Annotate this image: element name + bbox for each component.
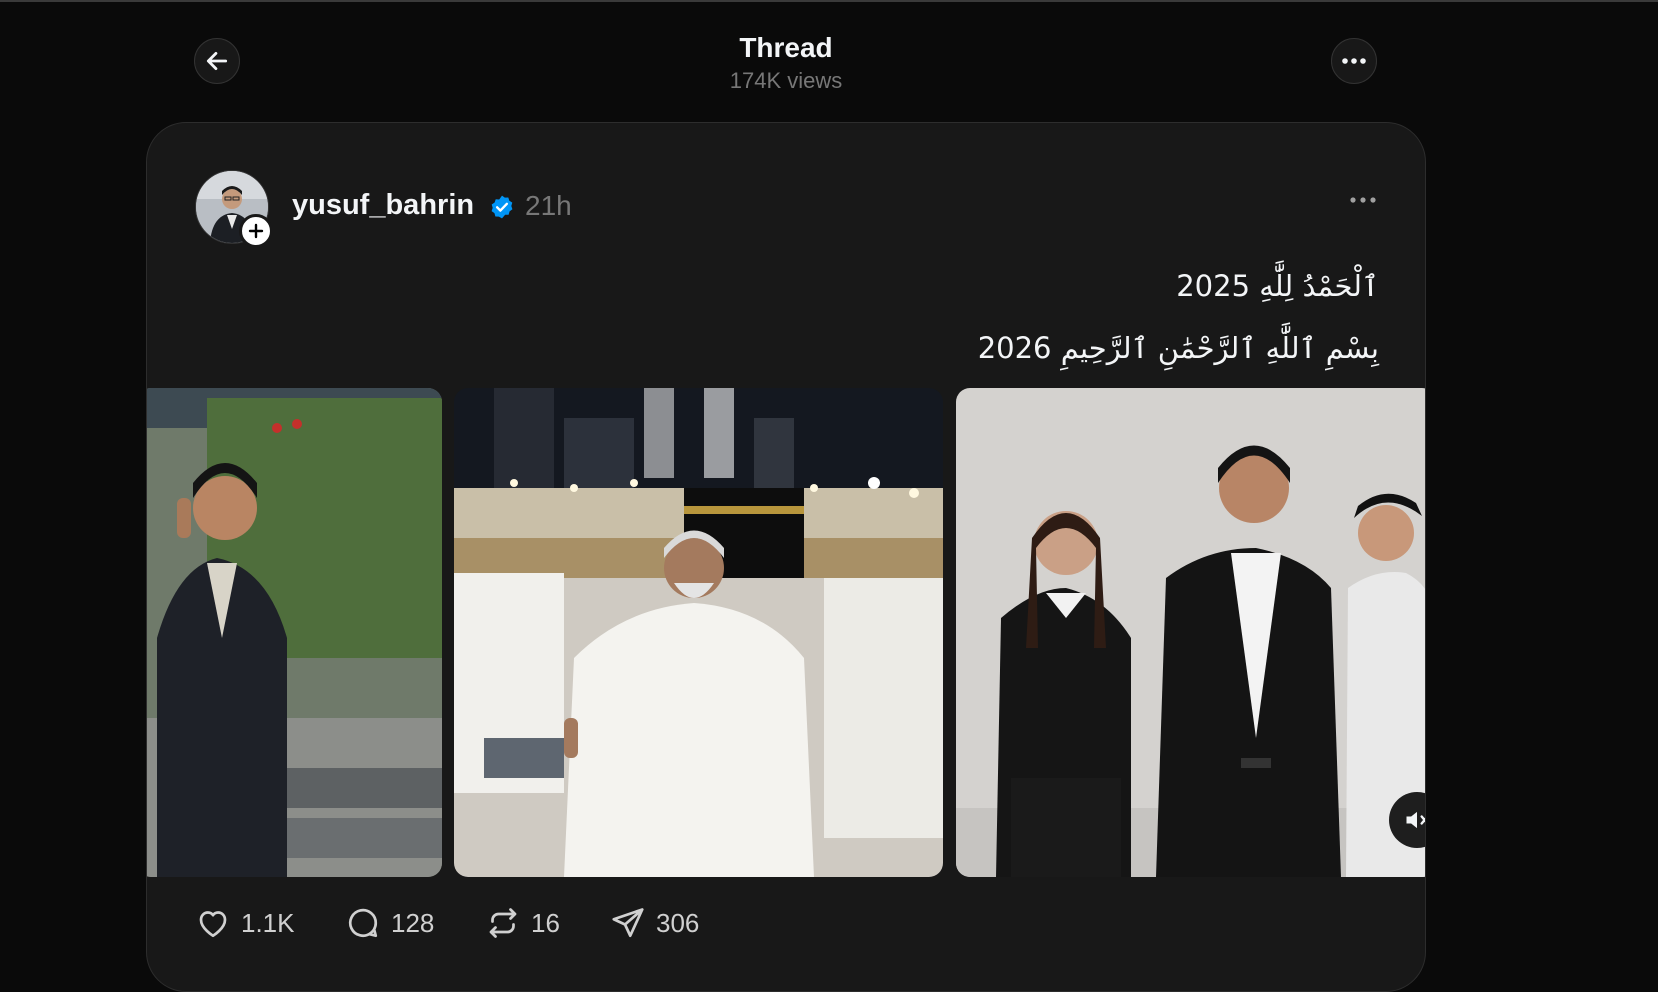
post-timestamp[interactable]: 21h [525,190,572,222]
video-three-people [956,388,1425,877]
post-text-line-2: بِسْمِ ٱللَّٰهِ ٱلرَّحْمَٰنِ ٱلرَّحِيمِ … [977,331,1379,365]
media-photo-2[interactable] [454,388,943,877]
thread-options-button[interactable] [1331,38,1377,84]
repost-icon [489,908,517,938]
repost-button[interactable]: 16 [485,905,560,941]
photo-kaaba-night [454,388,943,877]
media-photo-1[interactable] [147,388,442,877]
repost-count: 16 [531,907,560,938]
reply-count: 128 [391,907,435,938]
username-link[interactable]: yusuf_bahrin [292,189,474,222]
send-icon [612,908,644,938]
share-count: 306 [656,907,700,938]
share-button[interactable]: 306 [610,905,699,941]
reply-button[interactable]: 128 [345,905,434,941]
post-text-line-1: ٱلْحَمْدُ لِلَّٰهِ 2025 [1176,269,1379,303]
post-options-button[interactable] [1343,185,1383,215]
like-count: 1.1K [241,907,295,938]
avatar-container[interactable] [195,170,273,248]
verified-badge-icon [491,195,513,219]
plus-icon [248,223,264,239]
comment-icon [348,908,378,938]
media-video-3[interactable] [956,388,1425,877]
follow-button[interactable] [239,214,273,248]
post-card: yusuf_bahrin 21h ٱلْحَمْدُ لِلَّٰهِ 2025… [146,122,1426,992]
ellipsis-icon [1350,197,1376,203]
window-top-border [0,0,1658,2]
heart-icon [199,911,227,938]
speaker-muted-icon [1406,811,1425,829]
like-button[interactable]: 1.1K [195,905,295,941]
ellipsis-icon [1342,58,1366,64]
photo-man-in-suit [147,388,442,877]
